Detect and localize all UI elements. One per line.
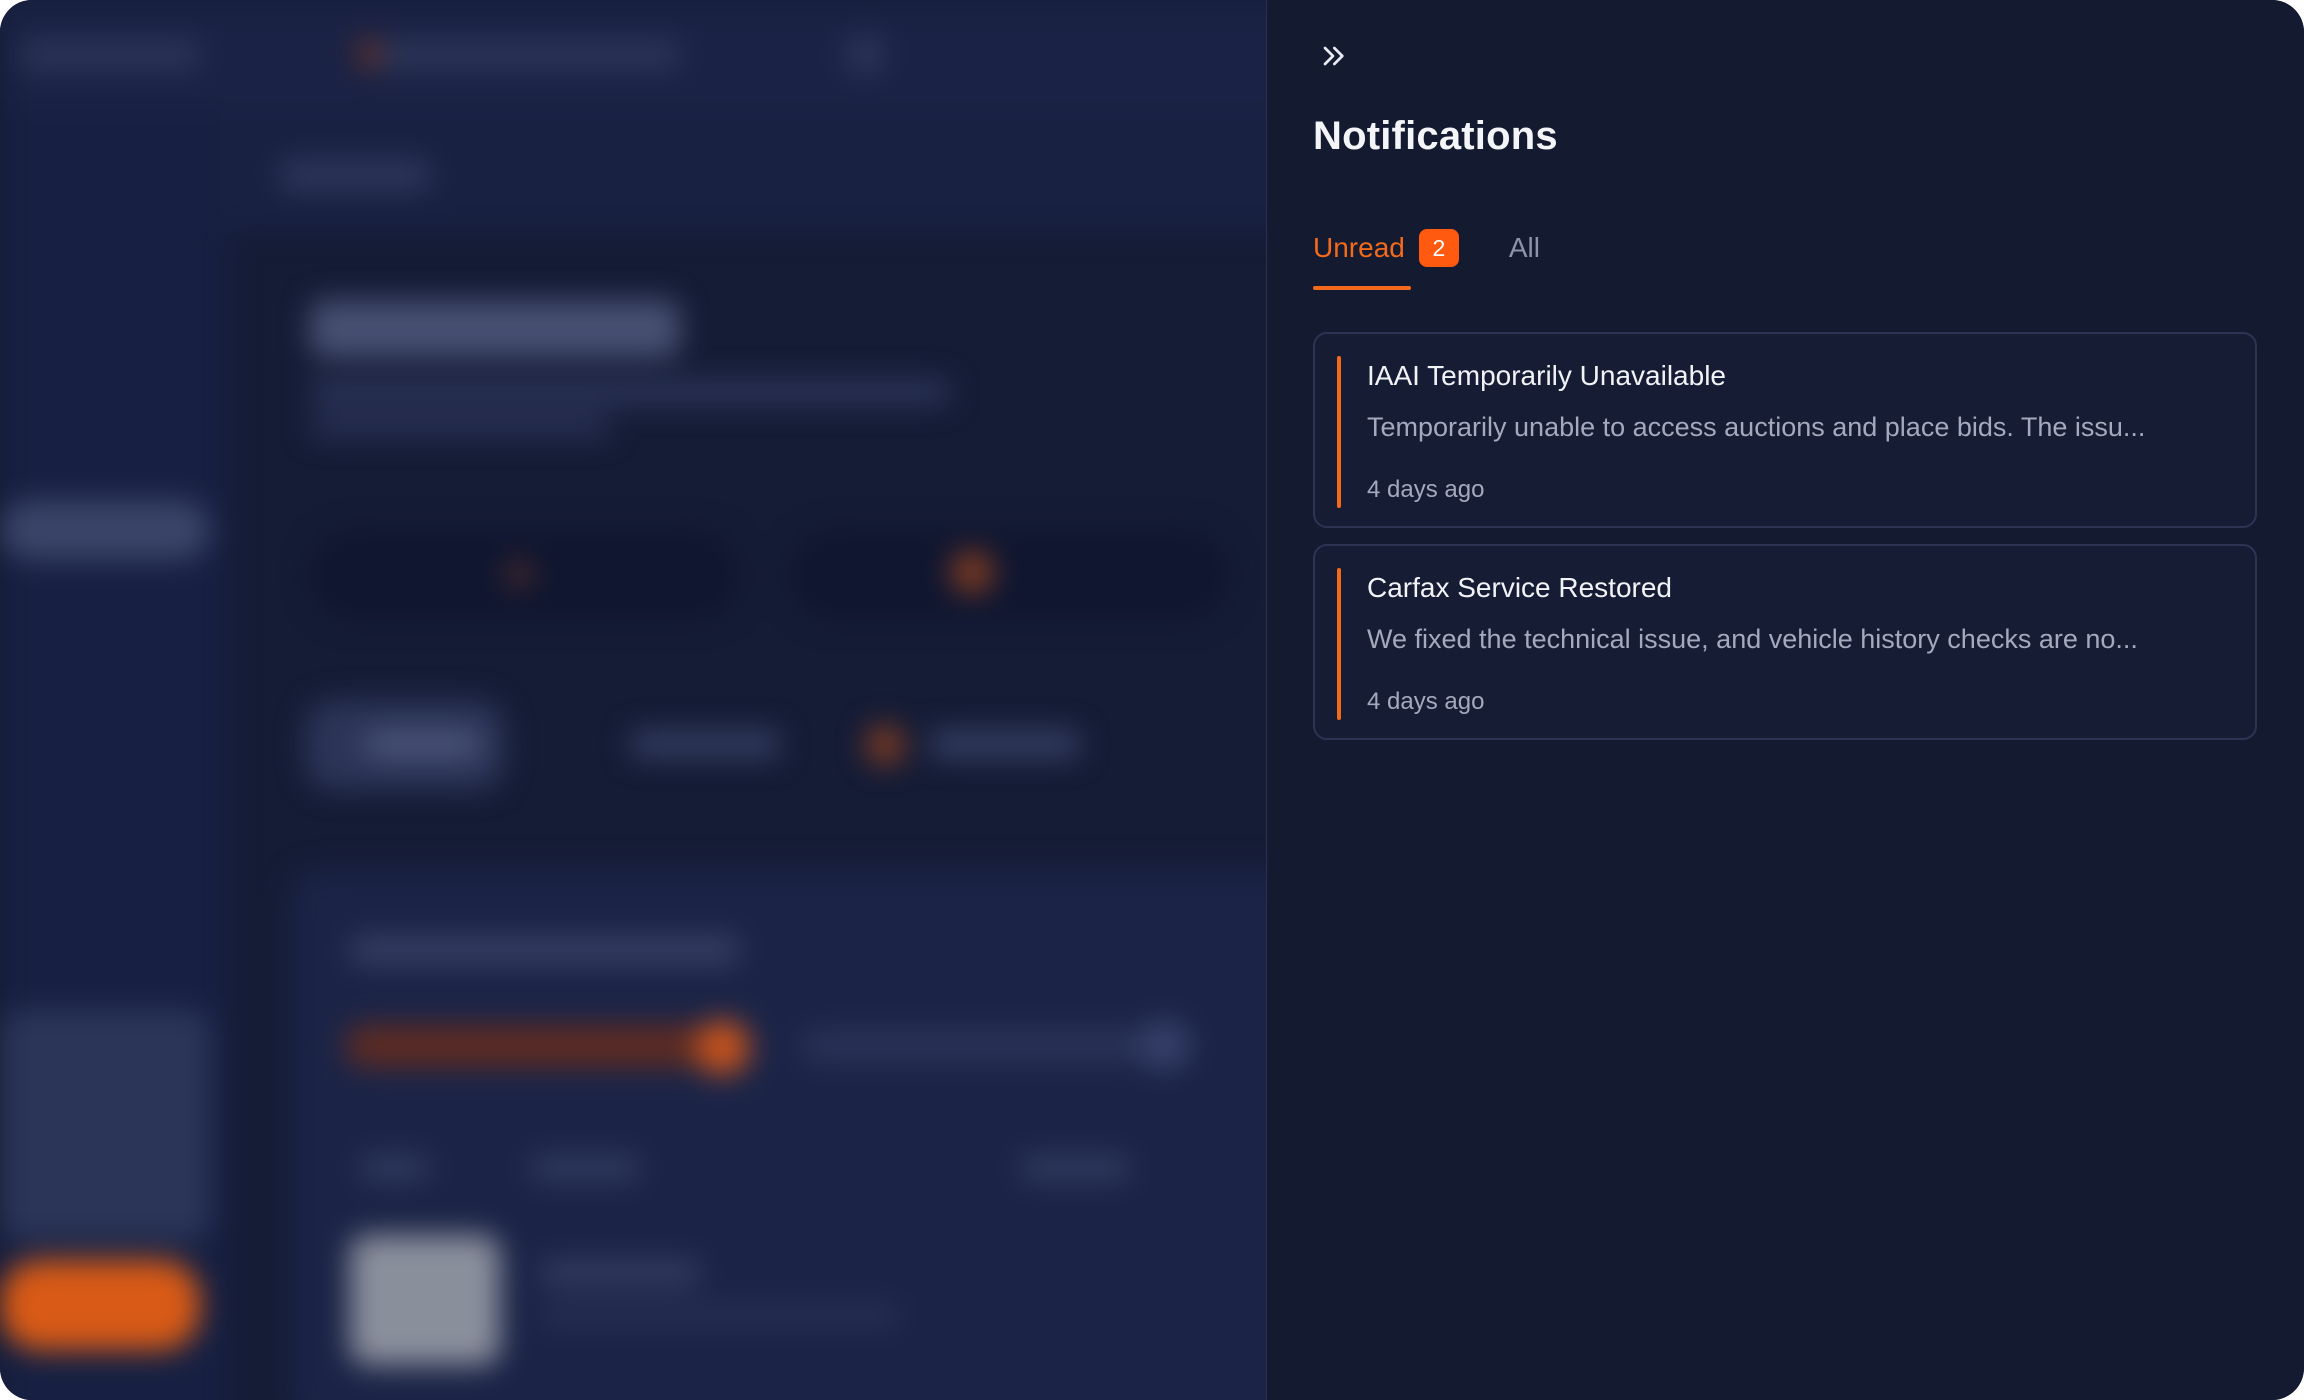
blurred-pill-icon	[950, 550, 994, 594]
blurred-topbar-avatar	[845, 35, 885, 75]
blurred-row-text	[540, 1305, 900, 1325]
blurred-column-header	[1020, 1155, 1130, 1181]
blurred-pill-icon	[505, 560, 533, 588]
tab-all[interactable]: All	[1509, 226, 1540, 270]
blurred-page-title	[310, 300, 680, 358]
blurred-sidebar-cta	[0, 1260, 200, 1350]
blurred-progress-knob	[695, 1020, 750, 1075]
notification-body: Temporarily unable to access auctions an…	[1367, 412, 2146, 442]
blurred-sidebar-panel	[0, 1010, 210, 1240]
chevrons-right-icon	[1323, 46, 1344, 66]
notifications-panel: Notifications Unread 2 All IAAI Temporar…	[1266, 0, 2304, 1400]
notification-tabs: Unread 2 All	[1313, 226, 1540, 290]
blurred-progress-knob	[1140, 1020, 1190, 1070]
blurred-column-header	[530, 1155, 640, 1181]
blurred-column-header	[360, 1155, 430, 1181]
blurred-logo	[20, 40, 200, 70]
blurred-subtitle-line	[310, 415, 610, 437]
blurred-tab-icon	[865, 725, 905, 765]
tab-unread[interactable]: Unread 2	[1313, 226, 1459, 290]
blurred-card-heading	[350, 935, 740, 965]
app-window: Notifications Unread 2 All IAAI Temporar…	[0, 0, 2304, 1400]
tab-all-label: All	[1508, 232, 1540, 263]
blurred-tab-label	[930, 730, 1080, 758]
blurred-progress-bar	[800, 1030, 1160, 1062]
blurred-vehicle-thumbnail	[350, 1235, 500, 1365]
blurred-tab-label	[630, 730, 780, 758]
blurred-progress-bar	[345, 1025, 715, 1067]
blurred-filter-pill	[790, 530, 1230, 620]
notification-body: We fixed the technical issue, and vehicl…	[1367, 624, 2138, 654]
notification-time: 4 days ago	[1367, 476, 1485, 503]
blurred-background-app	[0, 0, 1266, 1400]
notification-title: IAAI Temporarily Unavailable	[1367, 360, 1726, 391]
active-tab-indicator	[1313, 286, 1411, 290]
unread-indicator	[1337, 568, 1341, 720]
blurred-row-text	[540, 1260, 700, 1286]
unread-indicator	[1337, 356, 1341, 508]
notification-item[interactable]: IAAI Temporarily Unavailable Temporarily…	[1313, 332, 2257, 528]
blurred-subtitle-line	[310, 380, 950, 404]
unread-count-badge: 2	[1418, 229, 1459, 267]
notification-title: Carfax Service Restored	[1367, 572, 1673, 603]
blurred-topbar-text	[380, 40, 680, 70]
blurred-tab-label	[365, 730, 480, 758]
panel-title: Notifications	[1313, 114, 1558, 158]
tab-unread-label: Unread	[1313, 232, 1405, 263]
blurred-header-label	[280, 160, 430, 190]
notification-item[interactable]: Carfax Service Restored We fixed the tec…	[1313, 544, 2257, 740]
blurred-content	[0, 0, 1266, 1400]
blurred-sidebar-active-item	[0, 500, 210, 560]
collapse-panel-button[interactable]	[1313, 36, 1353, 76]
notification-time: 4 days ago	[1367, 688, 1485, 715]
